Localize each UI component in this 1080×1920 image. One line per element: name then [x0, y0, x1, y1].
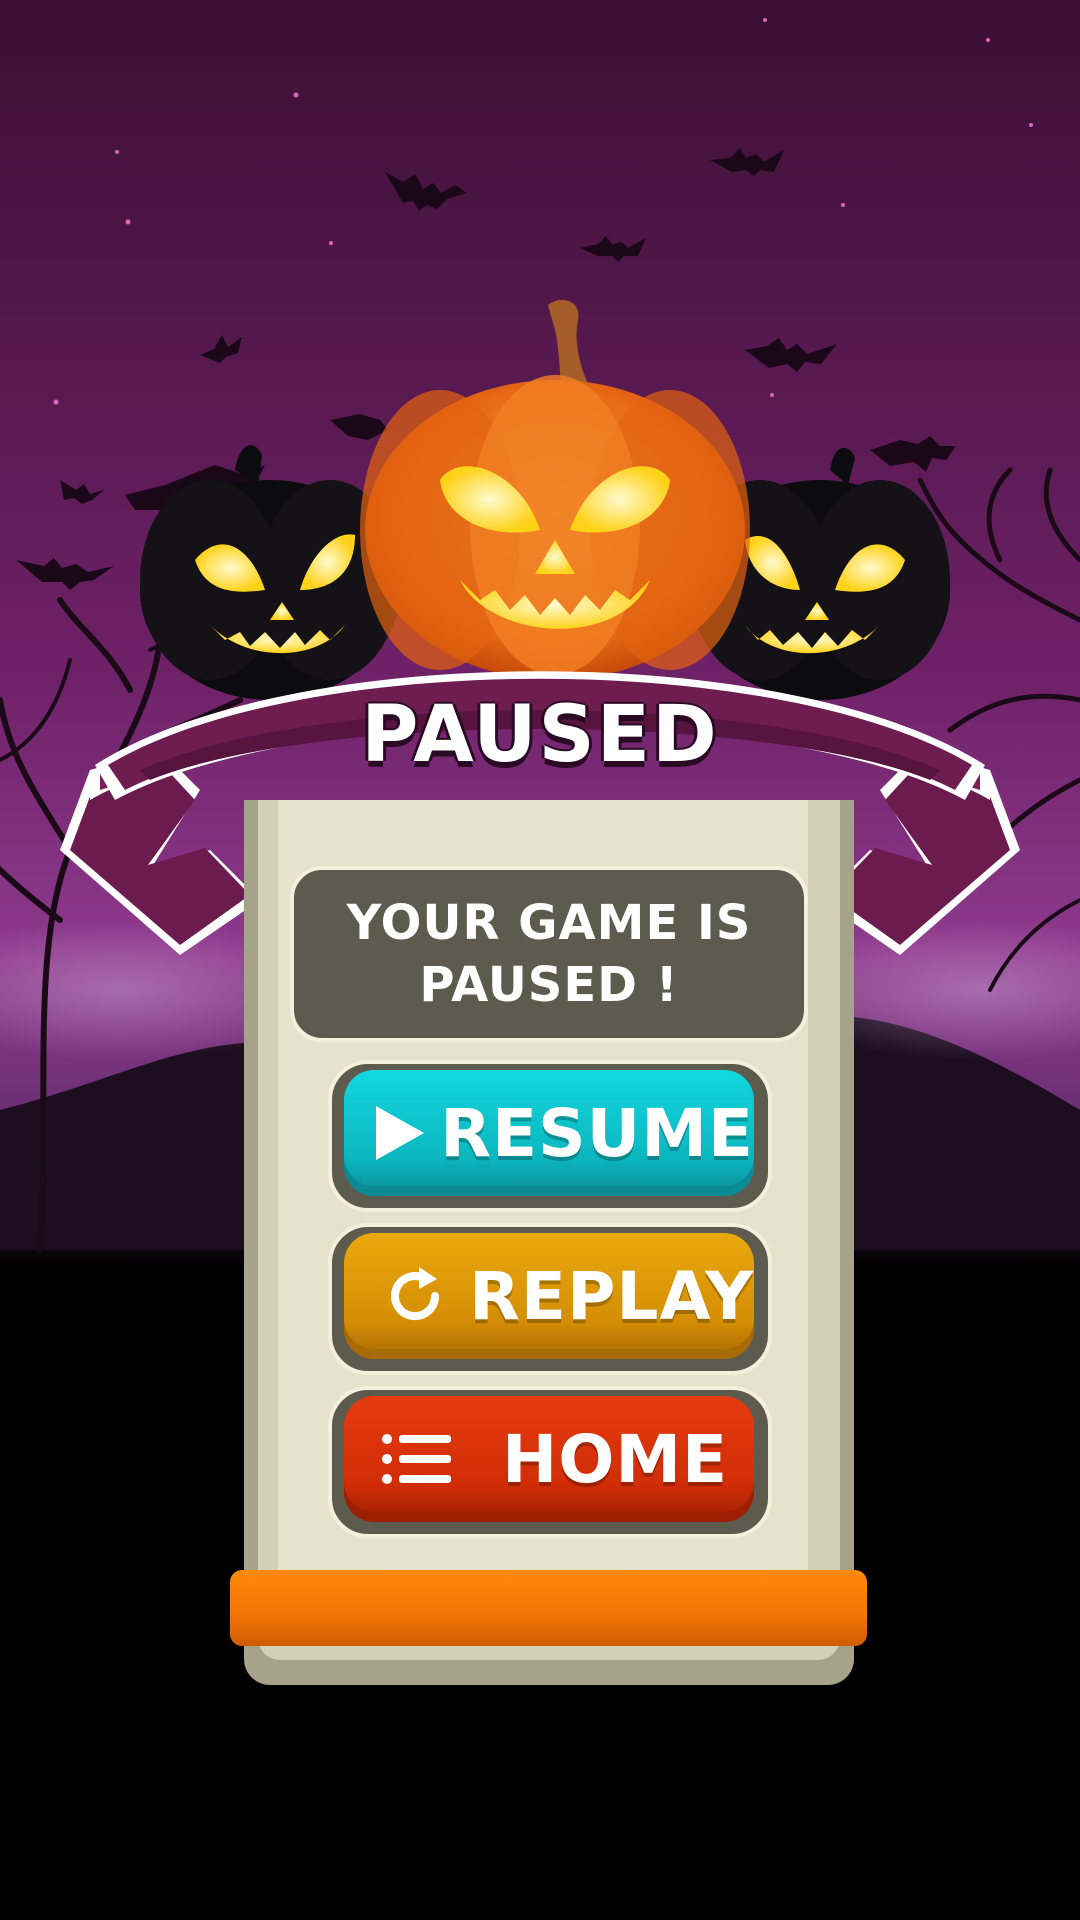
replay-button[interactable]: REPLAY [344, 1233, 754, 1359]
replay-label: REPLAY [469, 1257, 754, 1335]
home-label: HOME [502, 1420, 729, 1498]
pause-message-box: YOUR GAME IS PAUSED ! [290, 866, 808, 1042]
menu-list-icon [372, 1433, 462, 1485]
resume-button[interactable]: RESUME [344, 1070, 754, 1196]
home-button[interactable]: HOME [344, 1396, 754, 1522]
page-title: PAUSED [361, 690, 719, 780]
panel-footer-bar [230, 1570, 867, 1646]
play-icon [372, 1104, 428, 1162]
replay-icon [372, 1263, 459, 1329]
pause-message: YOUR GAME IS PAUSED ! [346, 895, 752, 1013]
resume-label: RESUME [440, 1094, 754, 1172]
